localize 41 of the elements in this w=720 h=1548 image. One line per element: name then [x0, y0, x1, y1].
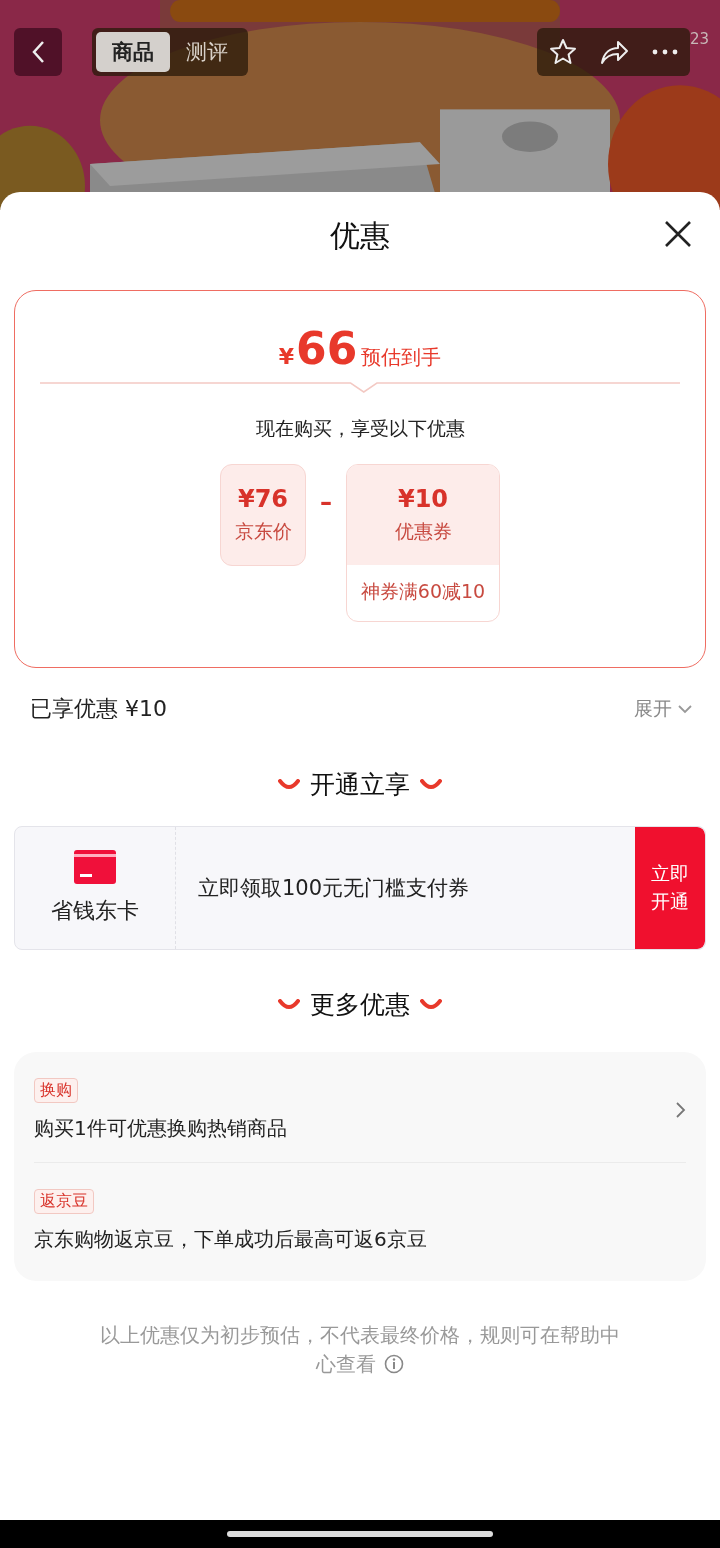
close-button[interactable] — [664, 220, 692, 248]
chevron-icon — [678, 704, 692, 714]
offer-text: 立即领取100元无门槛支付券 — [197, 875, 471, 902]
expand-toggle[interactable]: 展开 — [634, 696, 692, 722]
card-name: 省钱东卡 — [51, 897, 139, 925]
estimated-price: 66 — [296, 323, 358, 374]
more-icon — [651, 49, 678, 55]
tab[interactable]: 测评 — [170, 32, 244, 72]
estimate-subtitle: 现在购买，享受以下优惠 — [255, 416, 465, 441]
offer-description: 京东购物返京豆，下单成功后最高可返6京豆 — [34, 1226, 427, 1253]
offer-description: 购买1件可优惠换购热销商品 — [34, 1115, 287, 1142]
tile-amount: ¥76 — [237, 485, 289, 513]
info-icon[interactable] — [384, 1354, 404, 1374]
back-button[interactable] — [14, 28, 62, 76]
currency-sign: ¥ — [278, 344, 295, 369]
section-heading: 更多优惠 — [310, 988, 410, 1021]
offer-tag: 返京豆 — [34, 1189, 94, 1214]
coupon-condition: 神券满60减10 — [360, 579, 486, 604]
card-icon — [74, 850, 116, 884]
disclaimer-text: 以上优惠仅为初步预估，不代表最终价格，规则可在帮助中心查看 — [99, 1322, 621, 1378]
price-label: 预估到手 — [361, 344, 442, 371]
activate-button[interactable]: 立即开通 — [635, 827, 705, 949]
tab[interactable]: 商品 — [96, 32, 170, 72]
enjoyed-discount: 已享优惠 ¥10 — [30, 695, 167, 723]
back-icon — [31, 40, 45, 64]
smile-icon — [278, 779, 300, 789]
smile-icon — [420, 999, 442, 1009]
tile-label: 优惠券 — [394, 519, 452, 544]
share-icon — [598, 39, 629, 65]
smile-icon — [278, 999, 300, 1009]
offer-tag: 换购 — [34, 1078, 78, 1103]
tile-amount: ¥10 — [397, 485, 449, 513]
tile-label: 京东价 — [234, 519, 292, 544]
chevron-right-icon[interactable] — [676, 1102, 686, 1118]
star-icon — [548, 38, 577, 66]
smile-icon — [420, 779, 442, 789]
close-icon — [664, 220, 692, 248]
minus-sign: – — [320, 488, 332, 516]
sheet-title: 优惠 — [330, 216, 390, 255]
section-heading: 开通立享 — [310, 768, 410, 801]
count-label: 23 — [690, 30, 711, 48]
